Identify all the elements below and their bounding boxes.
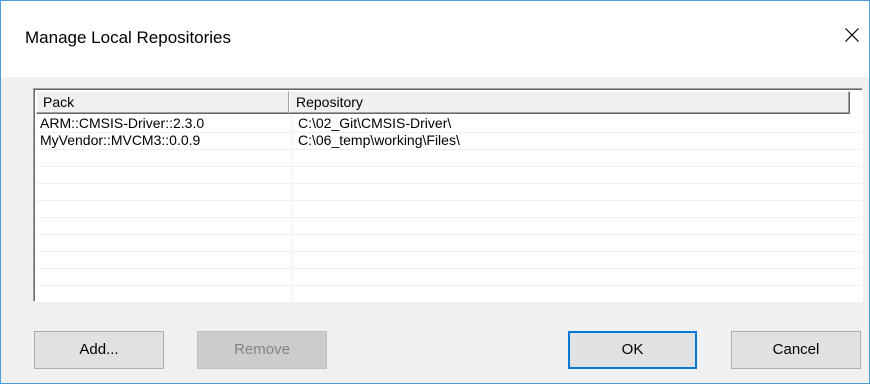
pack-cell: MyVendor::MVCM3::0.0.9 xyxy=(40,132,201,148)
column-header-pack[interactable]: Pack xyxy=(36,91,289,113)
repository-cell: C:\02_Git\CMSIS-Driver\ xyxy=(298,115,452,131)
add-button[interactable]: Add... xyxy=(34,331,164,369)
ok-button[interactable]: OK xyxy=(568,331,697,369)
dialog-title: Manage Local Repositories xyxy=(25,28,232,47)
manage-local-repositories-dialog: Manage Local Repositories Pack Repositor… xyxy=(0,0,870,384)
column-header-repository[interactable]: Repository xyxy=(289,91,849,113)
remove-button[interactable]: Remove xyxy=(197,331,327,369)
close-icon xyxy=(845,28,859,42)
pack-cell: ARM::CMSIS-Driver::2.3.0 xyxy=(40,115,205,131)
title-bar: Manage Local Repositories xyxy=(1,1,869,77)
table-row[interactable]: MyVendor::MVCM3::0.0.9 C:\06_temp\workin… xyxy=(36,132,862,149)
table-row[interactable]: ARM::CMSIS-Driver::2.3.0 C:\02_Git\CMSIS… xyxy=(36,115,862,132)
repository-cell: C:\06_temp\working\Files\ xyxy=(298,132,460,148)
cancel-button[interactable]: Cancel xyxy=(731,331,861,369)
list-header: Pack Repository xyxy=(36,91,852,113)
close-button[interactable] xyxy=(837,19,867,49)
repository-list[interactable]: Pack Repository ARM::CMSIS-Driver::2.3.0… xyxy=(33,88,863,302)
list-rows: ARM::CMSIS-Driver::2.3.0 C:\02_Git\CMSIS… xyxy=(36,115,862,301)
